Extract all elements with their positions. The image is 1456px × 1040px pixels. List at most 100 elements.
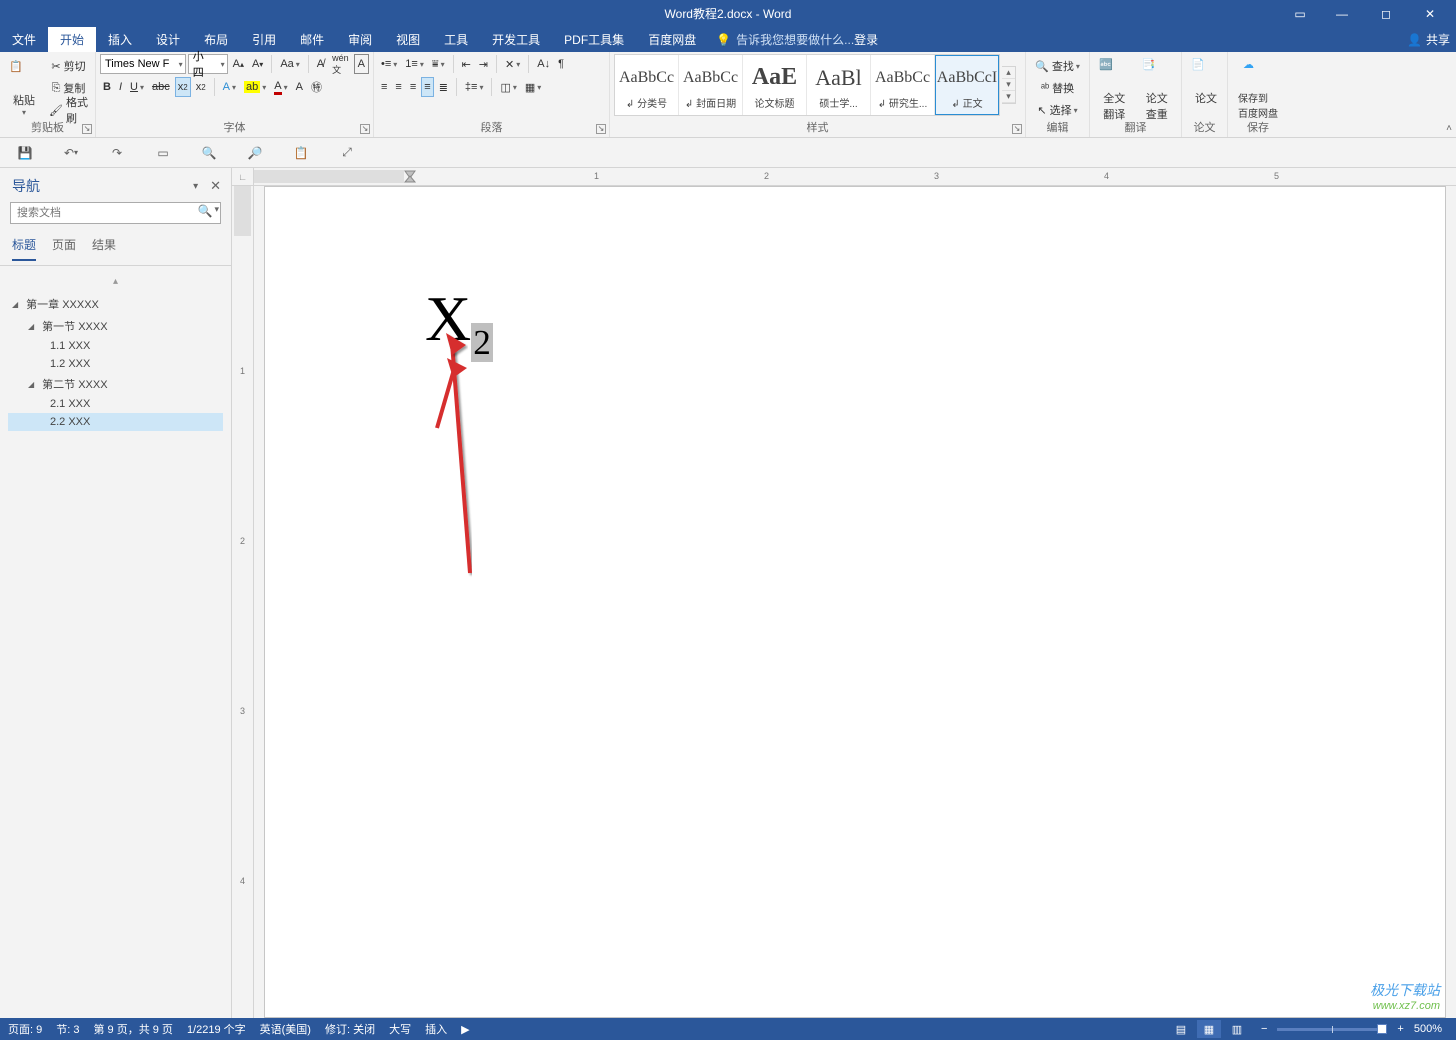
superscript-button[interactable]: x2	[193, 77, 209, 97]
nav-item-3[interactable]: 1.2 XXX	[8, 355, 223, 373]
numbering-button[interactable]: 1≡	[402, 54, 427, 74]
nav-close-button[interactable]: ✕	[210, 178, 221, 194]
status-lang[interactable]: 英语(美国)	[260, 1021, 311, 1037]
redo-button[interactable]: ↷	[104, 141, 130, 165]
style-item-1[interactable]: AaBbCc ↲ 封面日期	[679, 55, 743, 115]
highlight-button[interactable]: ab	[241, 77, 269, 97]
qat-btn-7[interactable]: 📋	[288, 141, 314, 165]
style-item-5[interactable]: AaBbCcI ↲ 正文	[935, 55, 999, 115]
shrink-font-button[interactable]: A▾	[249, 54, 266, 74]
nav-item-4[interactable]: 第二节 XXXX	[8, 373, 223, 395]
nav-item-6[interactable]: 2.2 XXX	[8, 413, 223, 431]
text-effects-button[interactable]: A	[220, 77, 239, 97]
collapse-ribbon-button[interactable]: ˄	[1446, 123, 1452, 134]
paste-button[interactable]: 📋 粘贴 ▾	[4, 56, 44, 119]
underline-button[interactable]: U	[127, 77, 147, 97]
clear-format-button[interactable]: A̸	[314, 54, 327, 74]
macro-icon[interactable]: ▶	[461, 1023, 469, 1036]
ruler-corner[interactable]: ∟	[232, 168, 254, 186]
maximize-button[interactable]: ◻	[1364, 0, 1408, 27]
paper-button[interactable]: 📄 论文	[1186, 54, 1226, 108]
nav-tab-headings[interactable]: 标题	[12, 236, 36, 261]
multilevel-button[interactable]: ⩸	[429, 54, 448, 74]
font-name-select[interactable]: Times New F	[100, 54, 186, 74]
nav-item-5[interactable]: 2.1 XXX	[8, 395, 223, 413]
document-text[interactable]: X2	[425, 282, 493, 363]
more-styles-icon[interactable]: ▾	[1002, 91, 1015, 103]
nav-item-0[interactable]: 第一章 XXXXX	[8, 293, 223, 315]
search-icon[interactable]: 🔍	[198, 204, 213, 218]
status-insert[interactable]: 插入	[425, 1021, 447, 1037]
tab-pdf[interactable]: PDF工具集	[552, 27, 636, 52]
qat-btn-8[interactable]: ⤢	[334, 141, 360, 165]
nav-dropdown-icon[interactable]: ▾	[193, 181, 198, 192]
tab-design[interactable]: 设计	[144, 27, 192, 52]
ribbon-options-icon[interactable]: ▭	[1280, 0, 1320, 27]
web-layout-button[interactable]: ▥	[1225, 1020, 1249, 1038]
nav-jump-top[interactable]: ▴	[8, 276, 223, 287]
distributed-button[interactable]: ≣	[436, 77, 451, 97]
nav-item-2[interactable]: 1.1 XXX	[8, 337, 223, 355]
tab-file[interactable]: 文件	[0, 27, 48, 52]
styles-gallery[interactable]: AaBbCc ↲ 分类号 AaBbCc ↲ 封面日期 AaE 论文标题 AaBl…	[614, 54, 1000, 116]
print-layout-button[interactable]: ▦	[1197, 1020, 1221, 1038]
char-shading-button[interactable]: A	[293, 77, 306, 97]
font-size-select[interactable]: 小四	[188, 54, 228, 74]
search-dropdown-icon[interactable]: ▾	[214, 204, 219, 218]
zoom-in-button[interactable]: +	[1397, 1023, 1403, 1035]
status-words[interactable]: 1/2219 个字	[187, 1021, 246, 1037]
replace-button[interactable]: ᵃᵇ 替换	[1030, 78, 1085, 98]
status-caps[interactable]: 大写	[389, 1021, 411, 1037]
line-spacing-button[interactable]: ‡≡	[462, 77, 487, 97]
nav-item-1[interactable]: 第一节 XXXX	[8, 315, 223, 337]
save-button[interactable]: 💾	[12, 141, 38, 165]
tab-references[interactable]: 引用	[240, 27, 288, 52]
cut-button[interactable]: ✂ 剪切	[46, 56, 91, 76]
read-mode-button[interactable]: ▤	[1169, 1020, 1193, 1038]
status-track[interactable]: 修订: 关闭	[325, 1021, 375, 1037]
slider-thumb[interactable]	[1377, 1024, 1387, 1034]
bullets-button[interactable]: •≡	[378, 54, 400, 74]
paper-check-button[interactable]: 📑 论文 查重	[1137, 54, 1178, 124]
scroll-down-icon[interactable]: ▾	[1002, 79, 1015, 91]
qat-btn-6[interactable]: 🔎	[242, 141, 268, 165]
enclose-char-button[interactable]: ㊕	[308, 77, 325, 97]
status-page[interactable]: 页面: 9	[8, 1021, 42, 1037]
change-case-button[interactable]: Aa	[277, 54, 302, 74]
status-section[interactable]: 节: 3	[56, 1021, 79, 1037]
asian-layout-button[interactable]: ✕	[502, 54, 523, 74]
nav-tab-results[interactable]: 结果	[92, 236, 116, 261]
undo-button[interactable]: ↶▾	[58, 141, 84, 165]
char-border-button[interactable]: A	[354, 54, 369, 74]
styles-scroll[interactable]: ▴ ▾ ▾	[1002, 66, 1016, 104]
style-item-2[interactable]: AaE 论文标题	[743, 55, 807, 115]
subscript-button[interactable]: x2	[175, 77, 191, 97]
tell-me-box[interactable]: 💡 告诉我您想要做什么...	[716, 27, 854, 52]
italic-button[interactable]: I	[116, 77, 125, 97]
qat-btn-4[interactable]: ▭	[150, 141, 176, 165]
zoom-slider[interactable]	[1277, 1028, 1387, 1031]
share-button[interactable]: 👤 共享	[1407, 27, 1450, 52]
tab-insert[interactable]: 插入	[96, 27, 144, 52]
login-button[interactable]: 登录	[854, 27, 878, 52]
find-button[interactable]: 🔍 查找	[1030, 56, 1085, 76]
document-page[interactable]: X2	[264, 186, 1446, 1018]
paragraph-dialog-launcher[interactable]: ↘	[596, 124, 606, 134]
format-painter-button[interactable]: 🖌 格式刷	[46, 100, 91, 120]
close-button[interactable]: ✕	[1408, 0, 1452, 27]
font-color-button[interactable]: A	[271, 77, 290, 97]
style-item-3[interactable]: AaBl 硕士学...	[807, 55, 871, 115]
tab-home[interactable]: 开始	[48, 27, 96, 52]
status-pages[interactable]: 第 9 页，共 9 页	[93, 1021, 172, 1037]
full-translate-button[interactable]: 🔤 全文 翻译	[1094, 54, 1135, 124]
save-cloud-button[interactable]: ☁ 保存到 百度网盘	[1232, 54, 1284, 122]
tab-baidu[interactable]: 百度网盘	[636, 27, 708, 52]
zoom-out-button[interactable]: −	[1261, 1023, 1267, 1035]
style-item-0[interactable]: AaBbCc ↲ 分类号	[615, 55, 679, 115]
clipboard-dialog-launcher[interactable]: ↘	[82, 124, 92, 134]
tab-tools[interactable]: 工具	[432, 27, 480, 52]
indent-marker-icon[interactable]	[402, 168, 422, 186]
select-button[interactable]: ↖ 选择	[1030, 100, 1085, 120]
scroll-up-icon[interactable]: ▴	[1002, 67, 1015, 79]
minimize-button[interactable]: —	[1320, 0, 1364, 27]
